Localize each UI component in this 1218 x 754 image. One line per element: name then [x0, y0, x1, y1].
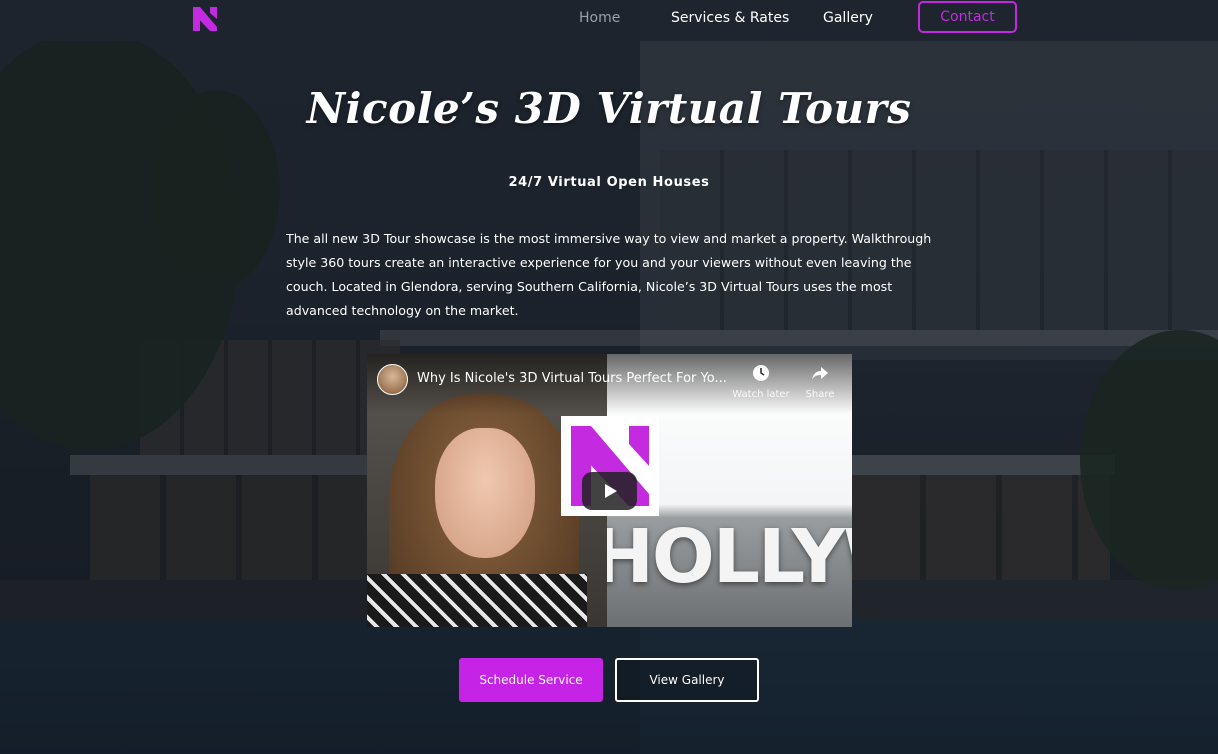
share-button[interactable]: Share	[790, 364, 850, 400]
play-button[interactable]	[582, 472, 637, 510]
view-gallery-button[interactable]: View Gallery	[615, 658, 759, 702]
schedule-service-button[interactable]: Schedule Service	[459, 658, 603, 702]
contact-button[interactable]: Contact	[918, 1, 1017, 33]
video-person-clothing	[367, 574, 587, 627]
clock-icon	[753, 365, 769, 381]
channel-avatar[interactable]	[377, 364, 408, 395]
n-logo-icon[interactable]	[191, 5, 219, 33]
top-navbar: Home Services & Rates Gallery Contact	[0, 0, 1218, 41]
nav-link-home[interactable]: Home	[579, 10, 620, 26]
watch-later-button[interactable]: Watch later	[731, 364, 791, 400]
video-person-face	[435, 428, 535, 558]
page-subtitle: 24/7 Virtual Open Houses	[508, 175, 710, 190]
play-icon	[604, 484, 617, 498]
hero-description: The all new 3D Tour showcase is the most…	[286, 231, 932, 318]
nav-link-services-rates[interactable]: Services & Rates	[671, 10, 789, 26]
nav-link-gallery[interactable]: Gallery	[823, 10, 873, 26]
video-thumbnail-text: HOLLYWO	[592, 514, 852, 600]
watch-later-label: Watch later	[732, 389, 790, 400]
video-embed[interactable]: HOLLYWO Why Is Nicole's 3D Virtual Tours…	[367, 354, 852, 627]
share-label: Share	[805, 389, 835, 400]
share-icon	[812, 367, 828, 380]
page-title: Nicole’s 3D Virtual Tours	[306, 84, 912, 133]
video-title[interactable]: Why Is Nicole's 3D Virtual Tours Perfect…	[417, 371, 727, 386]
